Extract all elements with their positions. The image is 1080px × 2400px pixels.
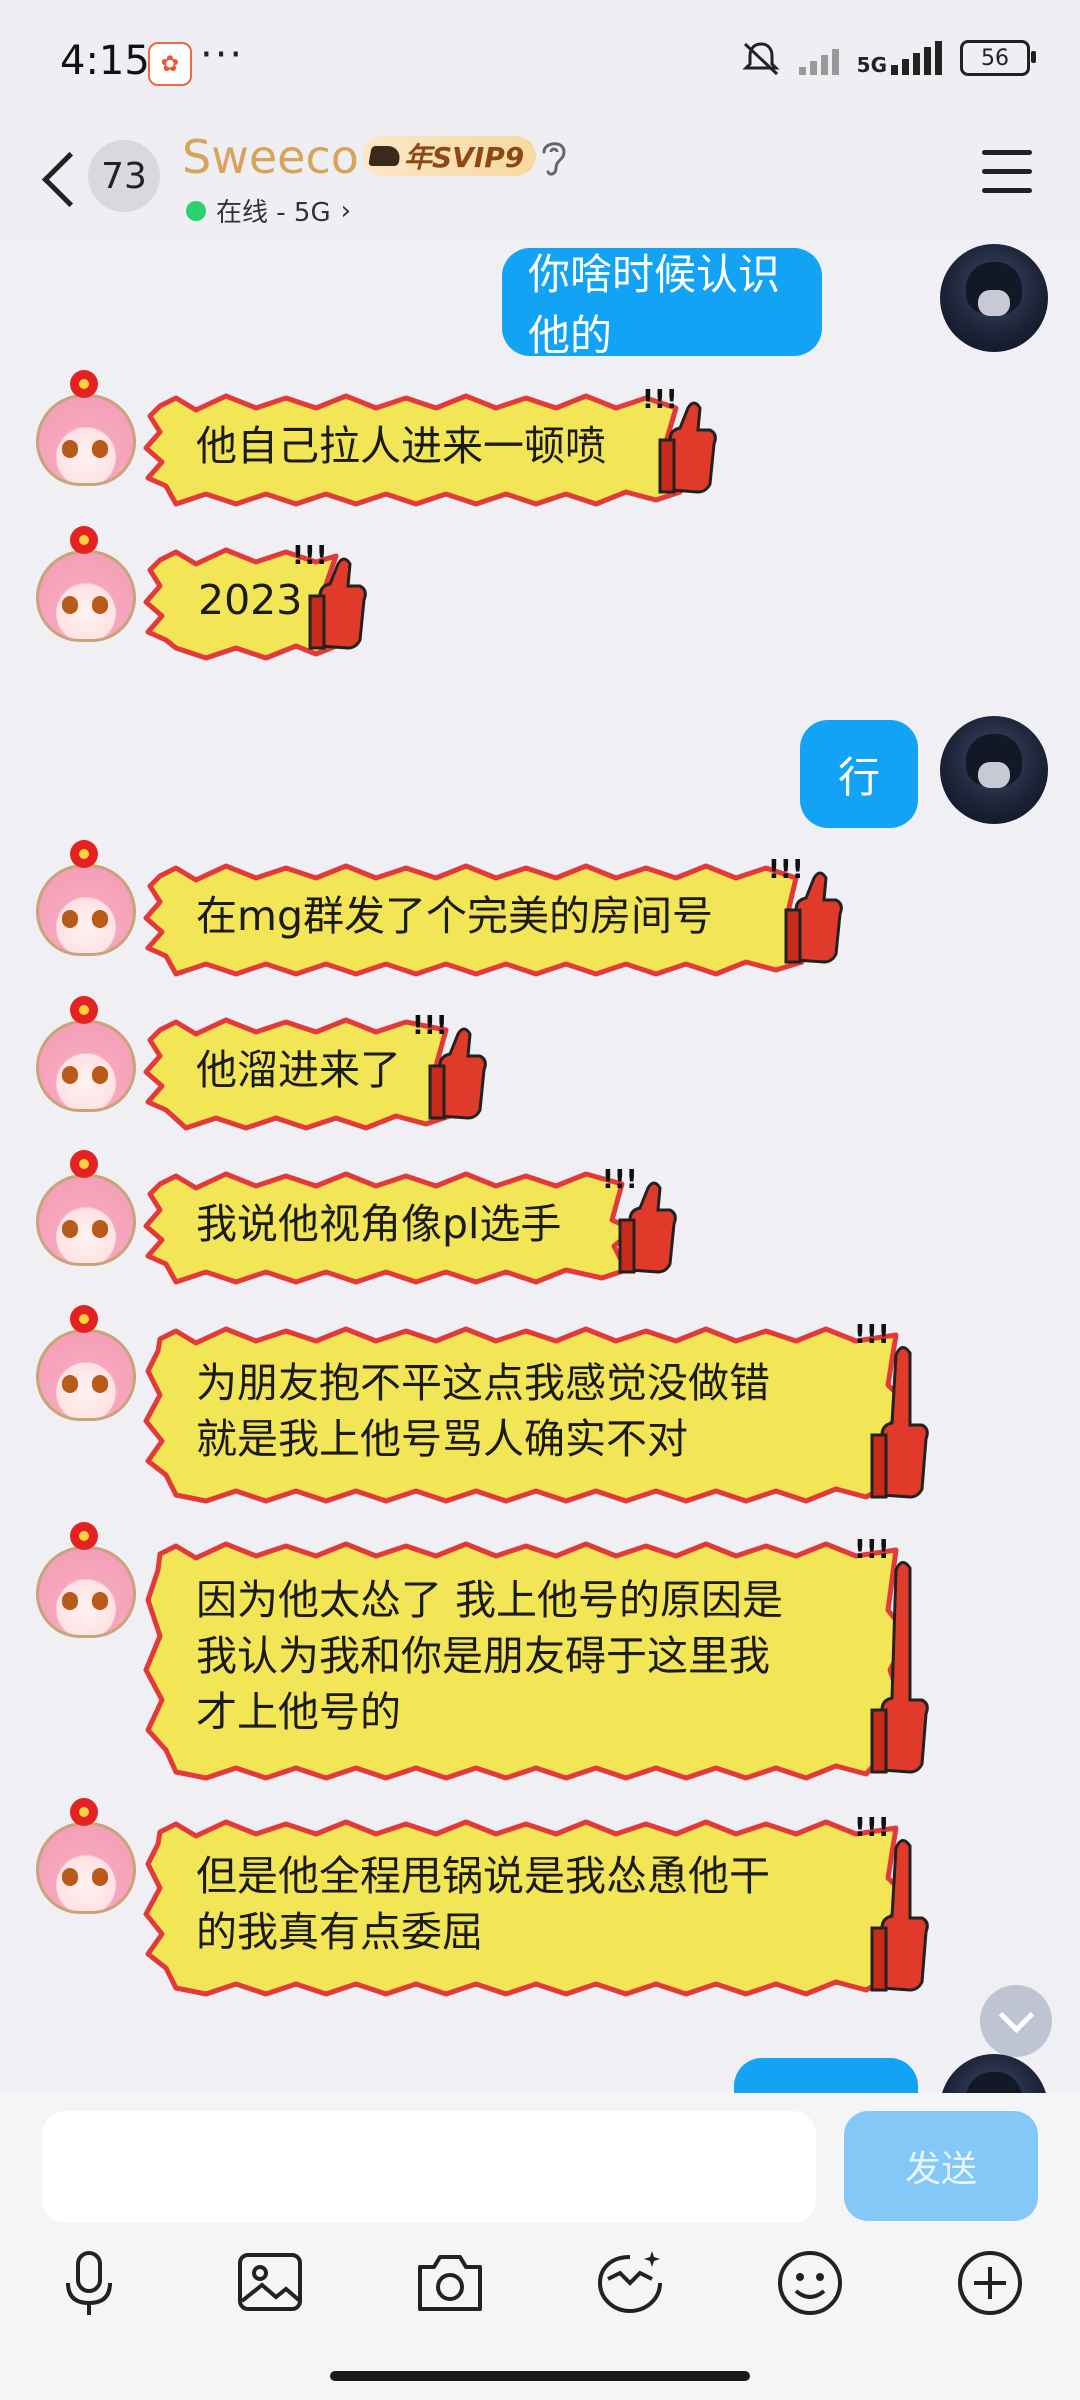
contact-avatar[interactable] — [34, 840, 138, 956]
message-incoming[interactable]: 他溜进来了 !!! — [0, 986, 1080, 1136]
vip-cap-icon — [368, 146, 402, 166]
message-bubble[interactable]: 为朋友抱不平这点我感觉没做错 就是我上他号骂人确实不对 — [143, 1325, 916, 1505]
message-bubble[interactable]: 他自己拉人进来一顿喷 — [143, 392, 706, 508]
svg-text:!!!: !!! — [412, 1011, 448, 1041]
vip-label: 年SVIP9 — [404, 141, 525, 174]
home-indicator[interactable] — [330, 2371, 750, 2381]
status-time: 4:15 — [60, 38, 150, 84]
message-outgoing[interactable]: 行 — [0, 712, 1080, 832]
ear-icon[interactable] — [536, 136, 572, 180]
message-incoming[interactable]: 2023 !!! — [0, 516, 1080, 666]
toolbar — [0, 2243, 1080, 2333]
message-incoming[interactable]: 他自己拉人进来一顿喷 !!! — [0, 360, 1080, 510]
contact-avatar[interactable] — [34, 1798, 138, 1914]
thumbs-up-icon: !!! — [854, 1813, 929, 1992]
thumbs-up-icon: !!! — [768, 855, 843, 964]
message-text: 他溜进来了 — [196, 1046, 401, 1094]
message-list[interactable]: 你啥时候认识他的 他自己拉人进来一顿喷 !!! 2023 !!! 行 在mg群发… — [0, 240, 1080, 2093]
message-bubble[interactable]: 但是他全程甩锅说是我怂恿他干 的我真有点委屈 — [143, 1818, 916, 1998]
online-status[interactable]: 在线 - 5G › — [186, 192, 351, 229]
thumbs-up-icon: !!! — [642, 385, 717, 494]
contact-avatar[interactable] — [34, 370, 138, 486]
contact-avatar[interactable] — [34, 526, 138, 642]
svg-text:!!!: !!! — [854, 1535, 890, 1565]
app-notification-icon: ✿ — [148, 42, 192, 86]
camera-icon[interactable] — [410, 2243, 490, 2323]
message-text: 为朋友抱不平这点我感觉没做错 就是我上他号骂人确实不对 — [196, 1359, 770, 1463]
online-status-text: 在线 - 5G — [216, 198, 331, 228]
message-bubble[interactable]: 行 — [800, 720, 918, 828]
self-avatar[interactable] — [940, 244, 1048, 352]
message-incoming[interactable]: 因为他太怂了 我上他号的原因是 我认为我和你是朋友碍于这里我 才上他号的 !!! — [0, 1512, 1080, 1782]
status-icons: 5G 56 — [741, 40, 1036, 76]
chat-header: 73 Sweeco 年SVIP9 在线 - 5G › — [0, 130, 1080, 240]
thumbs-up-icon: !!! — [602, 1165, 677, 1274]
message-text: 因为他太怂了 我上他号的原因是 我认为我和你是朋友碍于这里我 才上他号的 — [196, 1576, 784, 1736]
vip-badge[interactable]: 年SVIP9 — [362, 136, 537, 176]
message-outgoing[interactable]: 我还你 — [0, 2050, 1080, 2093]
message-text: 我说他视角像pl选手 — [196, 1200, 562, 1248]
menu-icon[interactable] — [982, 150, 1032, 194]
self-avatar[interactable] — [940, 716, 1048, 824]
thumbs-up-icon: !!! — [292, 541, 367, 650]
emoji-icon[interactable] — [770, 2243, 850, 2323]
message-text: 他自己拉人进来一顿喷 — [196, 422, 606, 470]
thumbs-up-icon: !!! — [854, 1535, 929, 1774]
self-avatar[interactable] — [940, 2054, 1048, 2093]
message-text: 行 — [837, 752, 880, 802]
message-text: 但是他全程甩锅说是我怂恿他干 的我真有点委屈 — [196, 1852, 770, 1956]
unread-count-badge[interactable]: 73 — [88, 140, 160, 212]
microphone-icon[interactable] — [50, 2243, 130, 2323]
red-packet-icon[interactable] — [590, 2243, 670, 2323]
plus-icon[interactable] — [950, 2243, 1030, 2323]
thumbs-up-icon: !!! — [854, 1320, 929, 1499]
message-input[interactable] — [42, 2111, 816, 2223]
message-bubble[interactable]: 我还你 — [734, 2058, 918, 2093]
message-text: 你啥时候认识他的 — [528, 250, 781, 360]
send-button[interactable]: 发送 — [844, 2111, 1038, 2221]
more-notifications-icon: ··· — [200, 32, 245, 78]
image-icon[interactable] — [230, 2243, 310, 2323]
signal-weak-icon — [798, 41, 839, 75]
contact-avatar[interactable] — [34, 1305, 138, 1421]
contact-avatar[interactable] — [34, 1150, 138, 1266]
message-incoming[interactable]: 为朋友抱不平这点我感觉没做错 就是我上他号骂人确实不对 !!! — [0, 1295, 1080, 1505]
message-bubble[interactable]: 在mg群发了个完美的房间号 — [143, 862, 826, 978]
back-arrow-icon[interactable] — [36, 140, 86, 220]
message-text: 2023 — [198, 576, 303, 624]
battery-icon: 56 — [960, 40, 1036, 76]
message-incoming[interactable]: 在mg群发了个完美的房间号 !!! — [0, 830, 1080, 980]
svg-text:!!!: !!! — [854, 1320, 890, 1350]
contact-avatar[interactable] — [34, 1522, 138, 1638]
status-bar: 4:15 ✿ ··· 5G 56 — [0, 0, 1080, 130]
message-text: 我还你 — [760, 2082, 886, 2093]
svg-text:!!!: !!! — [292, 541, 328, 571]
message-bubble[interactable]: 我说他视角像pl选手 — [143, 1170, 646, 1286]
svg-text:!!!: !!! — [602, 1165, 638, 1195]
thumbs-up-icon: !!! — [412, 1011, 487, 1120]
svg-text:!!!: !!! — [854, 1813, 890, 1843]
message-incoming[interactable]: 我说他视角像pl选手 !!! — [0, 1140, 1080, 1290]
chevron-right-icon: › — [340, 195, 352, 226]
svg-text:!!!: !!! — [642, 385, 678, 415]
message-text: 在mg群发了个完美的房间号 — [196, 892, 713, 940]
mute-icon — [742, 42, 780, 76]
message-bubble[interactable]: 因为他太怂了 我上他号的原因是 我认为我和你是朋友碍于这里我 才上他号的 — [143, 1540, 916, 1784]
signal-5g-icon: 5G — [857, 41, 942, 75]
contact-name[interactable]: Sweeco — [182, 130, 359, 184]
message-bubble[interactable]: 你啥时候认识他的 — [502, 248, 822, 360]
online-dot-icon — [186, 200, 206, 221]
input-bar: 发送 — [0, 2093, 1080, 2400]
scroll-to-bottom-button[interactable] — [980, 1985, 1052, 2057]
message-incoming[interactable]: 但是他全程甩锅说是我怂恿他干 的我真有点委屈 !!! — [0, 1788, 1080, 1998]
message-outgoing[interactable]: 你啥时候认识他的 — [0, 240, 1080, 360]
contact-avatar[interactable] — [34, 996, 138, 1112]
svg-text:!!!: !!! — [768, 855, 804, 885]
